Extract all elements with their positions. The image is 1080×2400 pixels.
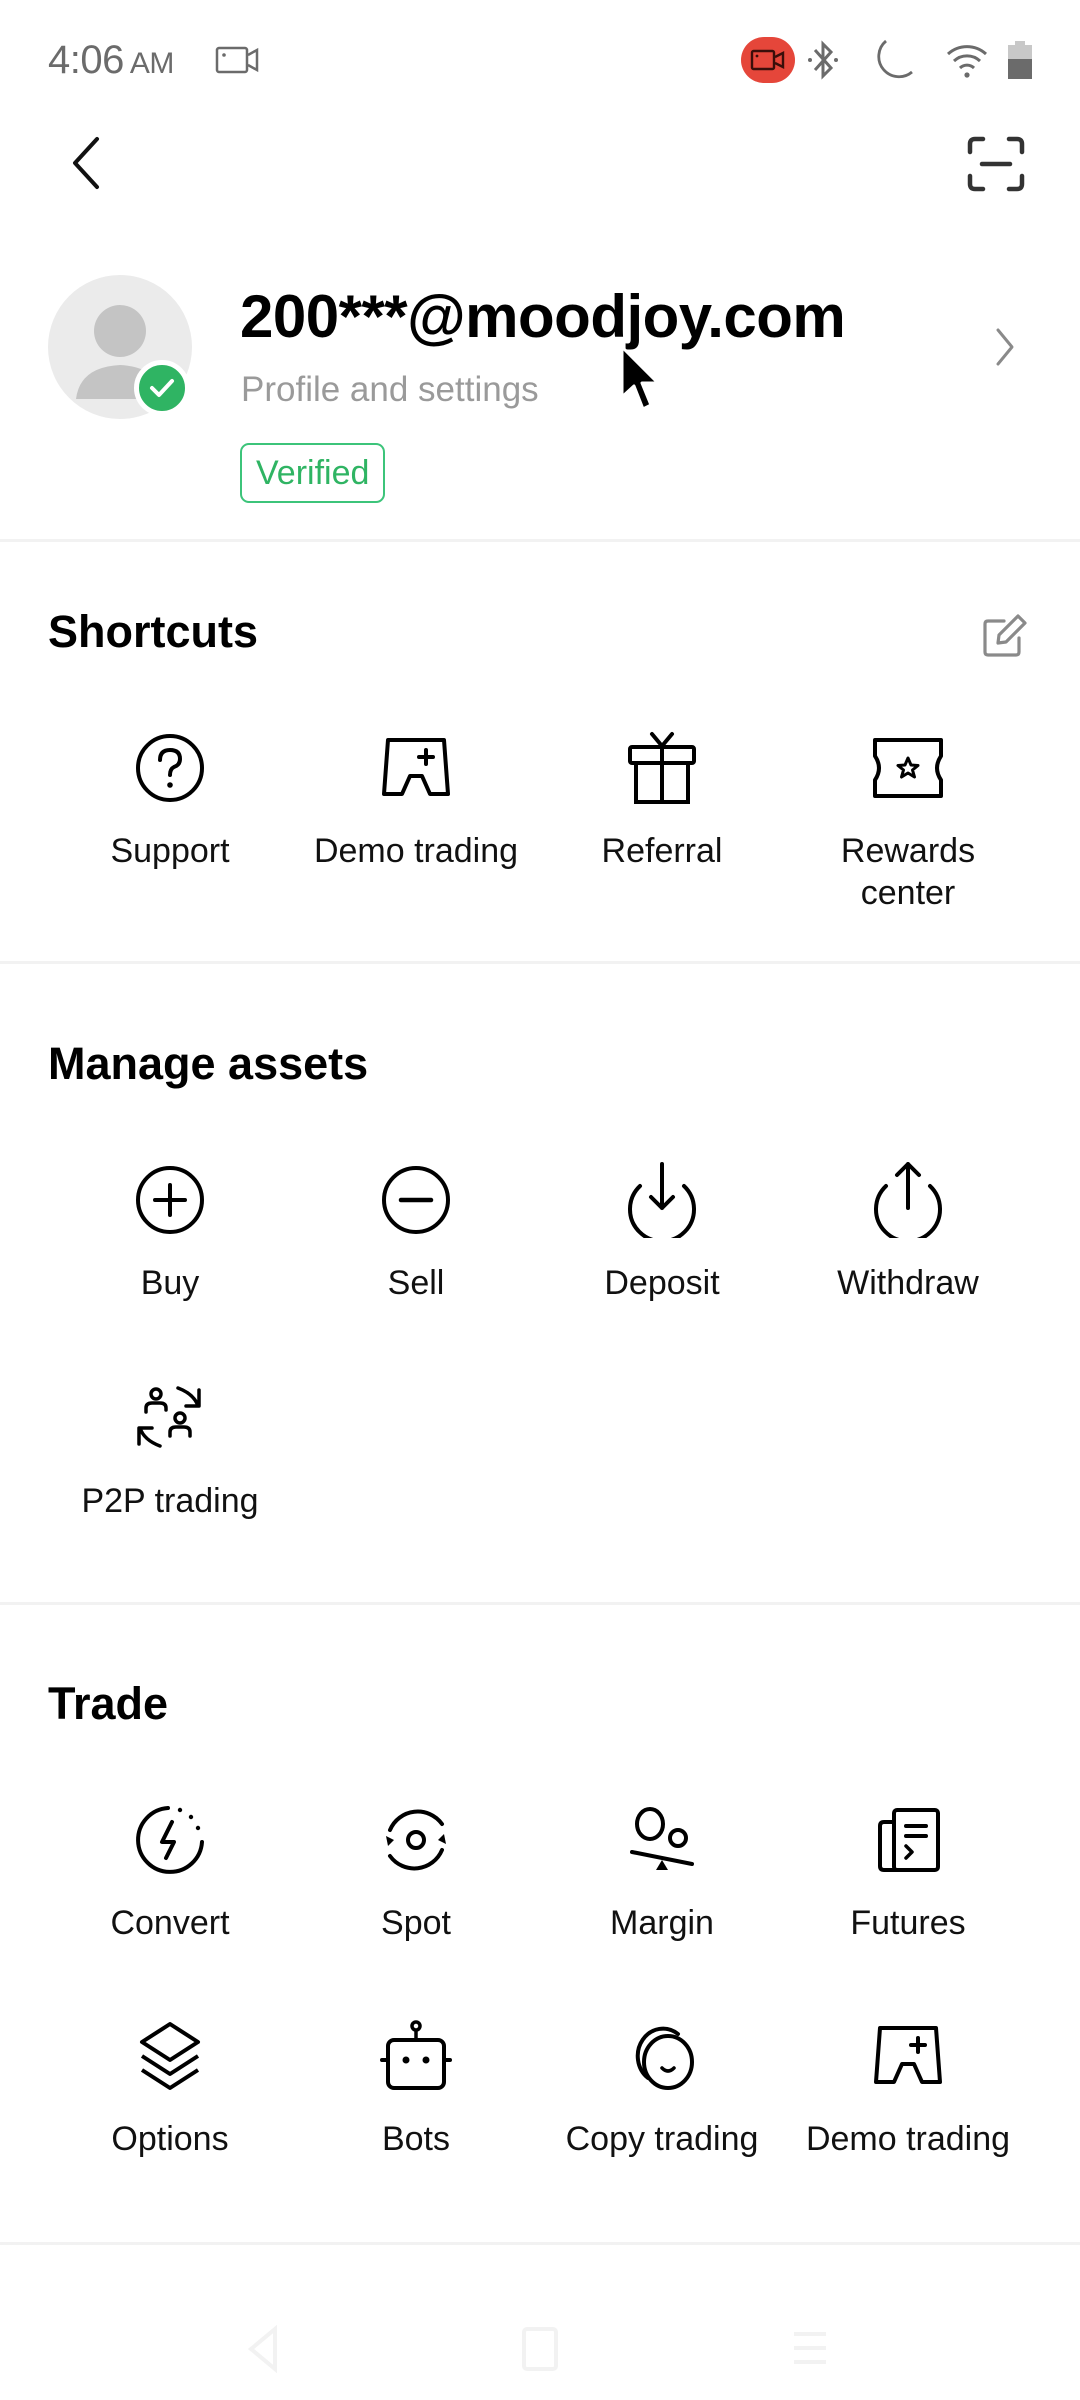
status-time: 4:06 AM	[48, 38, 174, 83]
trade-label: Bots	[381, 2120, 451, 2158]
edit-icon	[983, 614, 1027, 657]
mouse-cursor-icon	[620, 345, 660, 411]
account-email: 200***@moodjoy.com	[240, 283, 846, 350]
divider	[0, 961, 1080, 964]
minus-circle-icon	[382, 1166, 450, 1234]
battery-icon	[1008, 41, 1032, 79]
asset-sell[interactable]: Sell	[293, 1160, 539, 1304]
do-not-disturb-moon-icon	[877, 39, 913, 79]
verified-badge: Verified	[240, 443, 386, 503]
verified-check-badge	[134, 360, 190, 416]
wifi-icon	[946, 45, 988, 78]
shortcut-label: Demo trading	[313, 832, 519, 870]
trade-label: Copy trading	[565, 2120, 759, 2158]
trade-bots[interactable]: Bots	[293, 2016, 539, 2160]
shortcut-label: Rewards center	[840, 832, 976, 912]
trade-label: Demo trading	[805, 2120, 1011, 2158]
asset-label: Sell	[387, 1264, 445, 1302]
margin-balance-icon	[630, 1807, 694, 1870]
edit-shortcuts-button[interactable]	[975, 605, 1035, 665]
ticket-star-icon	[873, 738, 943, 798]
asset-deposit[interactable]: Deposit	[539, 1160, 785, 1304]
robot-icon	[380, 2020, 452, 2090]
layers-icon	[140, 2022, 200, 2090]
demo-trading-icon	[382, 738, 450, 796]
trade-label: Futures	[850, 1904, 966, 1942]
section-title-manage-assets: Manage assets	[48, 1038, 369, 1089]
trade-convert[interactable]: Convert	[47, 1800, 293, 1944]
shortcut-support[interactable]: Support	[47, 728, 293, 872]
trade-spot[interactable]: Spot	[293, 1800, 539, 1944]
asset-label: Buy	[140, 1264, 200, 1302]
p2p-users-exchange-icon	[137, 1386, 201, 1448]
trade-futures[interactable]: Futures	[785, 1800, 1031, 1944]
asset-buy[interactable]: Buy	[47, 1160, 293, 1304]
asset-withdraw[interactable]: Withdraw	[785, 1160, 1031, 1304]
withdraw-arrow-up-icon	[874, 1162, 942, 1238]
shortcut-label: Referral	[601, 832, 723, 870]
chevron-right-icon	[996, 328, 1014, 366]
status-time-ampm: AM	[129, 47, 175, 80]
trade-copy-trading[interactable]: Copy trading	[539, 2016, 785, 2160]
trade-label: Convert	[110, 1904, 230, 1942]
nav-recents-icon[interactable]	[790, 2328, 830, 2368]
shortcut-demo-trading[interactable]: Demo trading	[293, 728, 539, 872]
screen-record-icon	[215, 46, 259, 74]
shortcut-label: Support	[110, 832, 230, 870]
bluetooth-icon	[808, 40, 838, 80]
shortcut-referral[interactable]: Referral	[539, 728, 785, 872]
trade-options[interactable]: Options	[47, 2016, 293, 2160]
futures-document-icon	[878, 1808, 940, 1872]
trade-margin[interactable]: Margin	[539, 1800, 785, 1944]
section-title-shortcuts: Shortcuts	[48, 606, 259, 657]
scan-icon	[967, 136, 1025, 192]
back-button[interactable]	[58, 128, 114, 198]
nav-home-icon[interactable]	[520, 2325, 560, 2373]
help-circle-icon	[136, 734, 204, 802]
system-nav-bar	[0, 2290, 1080, 2400]
profile-chevron[interactable]	[985, 322, 1025, 372]
spot-refresh-icon	[386, 1809, 446, 1871]
section-title-trade: Trade	[48, 1678, 169, 1729]
divider	[0, 2242, 1080, 2245]
demo-trading-icon	[874, 2026, 942, 2084]
gift-icon	[628, 732, 696, 804]
plus-circle-icon	[136, 1166, 204, 1234]
asset-label: P2P trading	[81, 1482, 259, 1520]
convert-lightning-icon	[136, 1806, 204, 1874]
trade-demo-trading[interactable]: Demo trading	[785, 2016, 1031, 2160]
chevron-left-icon	[73, 137, 99, 189]
profile-subtitle: Profile and settings	[241, 370, 539, 409]
recording-active-icon	[741, 37, 795, 83]
asset-p2p-trading[interactable]: P2P trading	[47, 1378, 293, 1522]
trade-label: Margin	[610, 1904, 714, 1942]
trade-label: Spot	[381, 1904, 451, 1942]
status-time-value: 4:06	[48, 38, 124, 82]
divider	[0, 539, 1080, 542]
scan-button[interactable]	[960, 128, 1032, 200]
copy-trading-icon	[635, 2026, 694, 2090]
trade-label: Options	[111, 2120, 229, 2158]
shortcut-rewards-center[interactable]: Rewards center	[785, 728, 1031, 914]
divider	[0, 1602, 1080, 1605]
deposit-arrow-down-icon	[628, 1162, 696, 1238]
nav-back-icon[interactable]	[245, 2325, 281, 2373]
check-icon	[150, 379, 174, 397]
asset-label: Deposit	[604, 1264, 720, 1302]
asset-label: Withdraw	[837, 1264, 979, 1302]
